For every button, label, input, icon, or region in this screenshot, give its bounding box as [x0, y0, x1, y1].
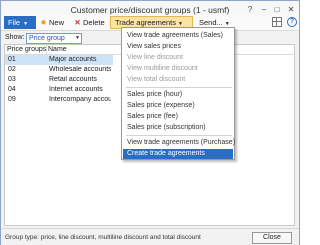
show-selected-value: Price group [29, 35, 65, 42]
menu-item-view-total-discount: View total discount [127, 76, 186, 83]
cell-price-group: 01 [8, 56, 16, 63]
table-row[interactable]: 02 Wholesale accounts [5, 65, 113, 75]
show-dropdown[interactable]: Price group ▼ [26, 33, 82, 44]
table-row[interactable]: 09 Intercompany accou... [5, 95, 113, 105]
menu-separator [126, 135, 232, 136]
menu-item-sales-price-fee[interactable]: Sales price (fee) [127, 112, 178, 122]
menu-item-view-trade-agreements-purchase[interactable]: View trade agreements (Purchase) [127, 138, 235, 148]
trade-agreements-label: Trade agreements [115, 18, 177, 27]
show-label: Show: [5, 34, 25, 41]
column-header-name[interactable]: Name [48, 46, 67, 53]
menu-item-view-sales-prices[interactable]: View sales prices [127, 42, 181, 52]
menu-item-view-multiline-discount: View multiline discount [127, 65, 198, 72]
customer-price-discount-groups-window: Customer price/discount groups (1 - usmf… [0, 0, 300, 245]
help-icon[interactable]: ? [287, 17, 297, 27]
menu-item-view-trade-agreements-sales[interactable]: View trade agreements (Sales) [127, 31, 223, 41]
table-row[interactable]: 01 Major accounts [5, 55, 113, 65]
menu-item-create-trade-agreements[interactable]: Create trade agreements [123, 149, 233, 159]
cell-name: Wholesale accounts [49, 66, 111, 73]
column-header-price-groups[interactable]: Price groups [7, 46, 46, 53]
cell-price-group: 02 [8, 66, 16, 73]
send-label: Send... [199, 18, 223, 27]
chevron-down-icon: ▼ [23, 21, 29, 27]
minimize-button[interactable]: – [257, 4, 271, 15]
menu-item-sales-price-subscription[interactable]: Sales price (subscription) [127, 123, 206, 133]
window-close-button[interactable]: ✕ [284, 4, 298, 15]
cell-price-group: 09 [8, 96, 16, 103]
column-divider [46, 45, 47, 55]
chevron-down-icon: ▼ [75, 35, 80, 41]
cell-price-group: 04 [8, 86, 16, 93]
status-text: Group type: price, line discount, multil… [5, 234, 201, 241]
cell-price-group: 03 [8, 76, 16, 83]
menu-item-sales-price-hour[interactable]: Sales price (hour) [127, 90, 182, 100]
cell-name: Retail accounts [49, 76, 97, 83]
trade-agreements-menu: View trade agreements (Sales) View sales… [121, 27, 235, 160]
cell-name: Intercompany accou... [49, 96, 111, 103]
window-help-button[interactable]: ? [243, 4, 257, 15]
file-menu-button[interactable]: File ▼ [4, 16, 36, 29]
new-star-icon: ✸ [40, 18, 47, 27]
maximize-button[interactable]: □ [270, 4, 284, 15]
file-label: File [8, 18, 21, 27]
table-row[interactable]: 03 Retail accounts [5, 75, 113, 85]
delete-label: Delete [83, 18, 105, 27]
status-bar: Group type: price, line discount, multil… [1, 228, 299, 245]
cell-name: Major accounts [49, 56, 97, 63]
new-button[interactable]: ✸ New [39, 17, 64, 28]
menu-separator [126, 87, 232, 88]
menu-item-view-line-discount: View line discount [127, 54, 183, 61]
table-row[interactable]: 04 Internet accounts [5, 85, 113, 95]
close-button[interactable]: Close [252, 232, 292, 244]
cell-name: Internet accounts [49, 86, 103, 93]
menu-item-sales-price-expense[interactable]: Sales price (expense) [127, 101, 195, 111]
new-label: New [49, 18, 65, 27]
grid-view-icon[interactable] [272, 17, 282, 27]
delete-button[interactable]: ✕ Delete [73, 17, 105, 28]
delete-x-icon: ✕ [74, 18, 81, 27]
